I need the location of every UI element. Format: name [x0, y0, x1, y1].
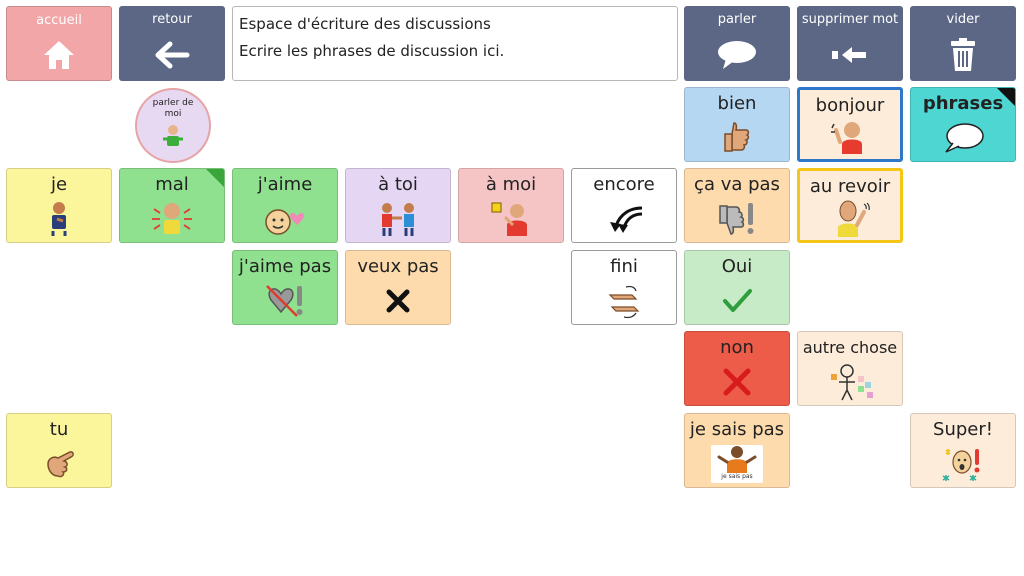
your-turn-icon	[346, 196, 450, 242]
like-heart-icon	[233, 196, 337, 242]
tile-bien-label: bien	[717, 93, 757, 114]
message-line-2: Ecrire les phrases de discussion ici.	[239, 42, 505, 60]
tile-je-label: je	[50, 174, 68, 195]
delete-word-label: supprimer mot	[801, 12, 899, 27]
speech-bubble-icon	[684, 28, 790, 81]
tile-phrases-label: phrases	[922, 93, 1004, 114]
back-button[interactable]: retour	[119, 6, 225, 81]
house-icon	[7, 29, 111, 80]
home-label: accueil	[36, 13, 82, 28]
tile-au-revoir-label: au revoir	[809, 176, 891, 197]
my-turn-icon	[459, 196, 563, 242]
shrug-icon: je sais pas	[685, 441, 789, 487]
clear-label: vider	[946, 12, 980, 27]
self-pointing-icon	[7, 196, 111, 242]
arrow-left-icon	[119, 28, 225, 81]
speech-bubble-icon	[911, 115, 1015, 161]
tile-jaime[interactable]: j'aime	[232, 168, 338, 243]
excited-face-icon	[911, 441, 1015, 487]
tile-autre-chose-label: autre chose	[802, 338, 898, 357]
waving-goodbye-icon	[800, 198, 900, 240]
red-cross-icon	[685, 359, 789, 405]
tile-jaime-pas[interactable]: j'aime pas	[232, 250, 338, 325]
tile-mal[interactable]: mal	[119, 168, 225, 243]
folder-corner	[206, 169, 224, 187]
something-else-icon	[798, 359, 902, 405]
backspace-icon	[797, 28, 903, 81]
tile-je-sais-pas[interactable]: je sais pas je sais pas	[684, 413, 790, 488]
waving-person-icon	[800, 117, 900, 159]
cross-icon	[346, 278, 450, 324]
thumbs-down-icon	[685, 196, 789, 242]
tile-encore-label: encore	[593, 174, 655, 195]
message-line-1: Espace d'écriture des discussions	[239, 15, 491, 33]
message-bar[interactable]: Espace d'écriture des discussions Ecrire…	[232, 6, 678, 81]
tile-bonjour[interactable]: bonjour	[797, 87, 903, 162]
tile-jaime-pas-label: j'aime pas	[238, 256, 332, 277]
person-icon	[161, 124, 185, 154]
shrug-caption: je sais pas	[721, 473, 753, 480]
talk-about-me-folder[interactable]: parler de moi	[135, 88, 211, 163]
trash-icon	[910, 28, 1016, 81]
tile-oui-label: Oui	[721, 256, 753, 277]
tile-je-sais-pas-label: je sais pas	[689, 419, 785, 440]
tile-oui[interactable]: Oui	[684, 250, 790, 325]
tile-super-label: Super!	[933, 419, 993, 440]
tile-encore[interactable]: encore	[571, 168, 677, 243]
checkmark-icon	[685, 278, 789, 324]
tile-a-toi[interactable]: à toi	[345, 168, 451, 243]
tile-phrases[interactable]: phrases	[910, 87, 1016, 162]
dislike-heart-icon	[233, 278, 337, 324]
tile-ca-va-pas[interactable]: ça va pas	[684, 168, 790, 243]
tile-veux-pas-label: veux pas	[357, 256, 439, 277]
tile-bien[interactable]: bien	[684, 87, 790, 162]
tile-a-moi-label: à moi	[485, 174, 537, 195]
tile-au-revoir[interactable]: au revoir	[797, 168, 903, 243]
finished-hands-icon	[572, 278, 676, 324]
tile-fini[interactable]: fini	[571, 250, 677, 325]
tile-veux-pas[interactable]: veux pas	[345, 250, 451, 325]
tile-tu[interactable]: tu	[6, 413, 112, 488]
folder-corner	[997, 88, 1015, 106]
pointing-hand-icon	[7, 441, 111, 487]
tile-fini-label: fini	[610, 256, 638, 277]
tile-a-toi-label: à toi	[378, 174, 418, 195]
tile-non[interactable]: non	[684, 331, 790, 406]
tile-jaime-label: j'aime	[257, 174, 313, 195]
tile-autre-chose[interactable]: autre chose	[797, 331, 903, 406]
talk-about-me-label: parler de moi	[152, 98, 194, 119]
delete-word-button[interactable]: supprimer mot	[797, 6, 903, 81]
clear-button[interactable]: vider	[910, 6, 1016, 81]
tile-tu-label: tu	[49, 419, 69, 440]
tile-je[interactable]: je	[6, 168, 112, 243]
tile-bonjour-label: bonjour	[815, 95, 885, 116]
speak-label: parler	[717, 12, 757, 27]
repeat-arrows-icon	[572, 196, 676, 242]
tile-non-label: non	[720, 337, 754, 358]
tile-super[interactable]: Super!	[910, 413, 1016, 488]
tile-mal-label: mal	[155, 174, 189, 195]
tile-ca-va-pas-label: ça va pas	[694, 174, 780, 195]
back-label: retour	[152, 12, 192, 27]
pain-icon	[120, 196, 224, 242]
thumbs-up-icon	[685, 115, 789, 161]
home-button[interactable]: accueil	[6, 6, 112, 81]
tile-a-moi[interactable]: à moi	[458, 168, 564, 243]
speak-button[interactable]: parler	[684, 6, 790, 81]
